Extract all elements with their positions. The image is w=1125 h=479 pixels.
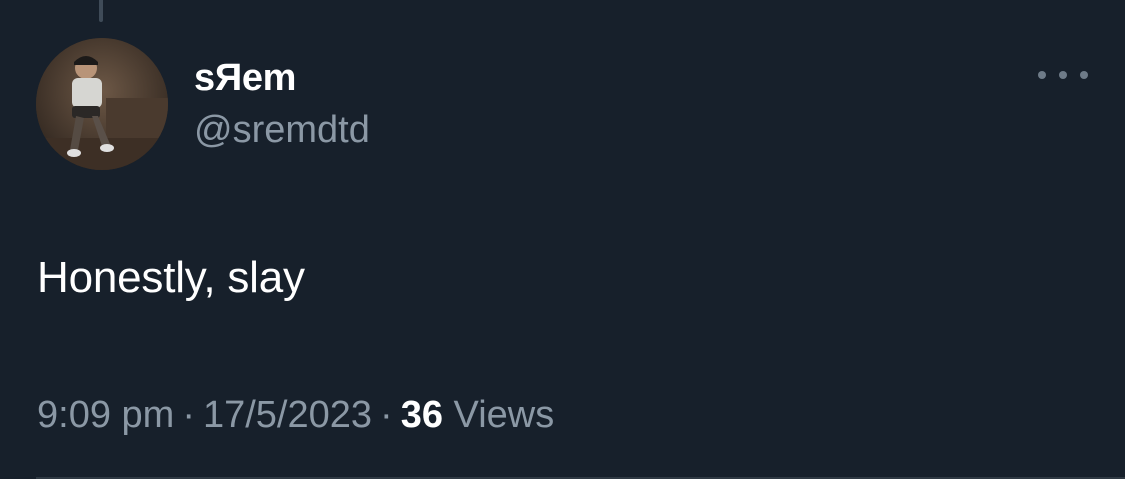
separator: ·	[380, 394, 393, 436]
avatar-photo	[36, 38, 168, 170]
thread-connector-line	[99, 0, 103, 22]
more-horizontal-icon	[1059, 71, 1067, 79]
tweet-time[interactable]: 9:09 pm	[37, 394, 174, 436]
more-options-button[interactable]	[1038, 62, 1088, 88]
author-info[interactable]: sЯem @sremdtd	[194, 56, 370, 152]
tweet-date[interactable]: 17/5/2023	[203, 394, 372, 436]
avatar[interactable]	[36, 38, 168, 170]
tweet-metadata: 9:09 pm · 17/5/2023 · 36 Views	[37, 392, 554, 438]
views-count: 36	[400, 394, 443, 436]
views-label: Views	[453, 394, 555, 436]
more-horizontal-icon	[1080, 71, 1088, 79]
author-handle[interactable]: @sremdtd	[194, 108, 370, 152]
tweet-text: Honestly, slay	[37, 253, 305, 302]
more-horizontal-icon	[1038, 71, 1046, 79]
author-display-name[interactable]: sЯem	[194, 56, 370, 100]
separator: ·	[182, 394, 195, 436]
views-link[interactable]: 36 Views	[401, 394, 555, 436]
